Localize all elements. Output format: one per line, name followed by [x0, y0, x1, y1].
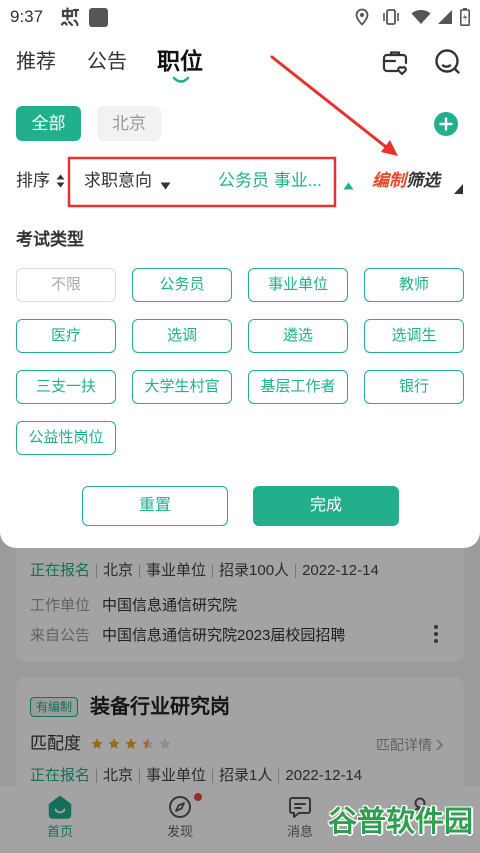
exam-option[interactable]: 大学生村官	[132, 370, 232, 404]
region-chip-beijing[interactable]: 北京	[97, 106, 161, 141]
exam-option[interactable]: 公益性岗位	[16, 421, 116, 455]
filter-sheet: 9:37 推荐 公告 职位 全部 北京 排序 求职意向 公务员 事业... 编制…	[0, 0, 480, 548]
app-screen: 正在报名 北京 事业单位 招录100人 2022-12-14 工作单位 中国信息…	[0, 0, 480, 853]
exam-option[interactable]: 事业单位	[248, 268, 348, 302]
briefcase-heart-icon[interactable]	[381, 48, 409, 76]
add-region-button[interactable]	[434, 112, 458, 136]
establishment-label: 编制	[372, 171, 406, 190]
exam-option[interactable]: 公务员	[132, 268, 232, 302]
exam-option[interactable]: 选调	[132, 319, 232, 353]
exam-option[interactable]: 不限	[16, 268, 116, 302]
done-button[interactable]: 完成	[253, 486, 399, 526]
wifi-icon	[411, 9, 431, 25]
sort-label[interactable]: 排序	[16, 170, 50, 192]
battery-icon	[460, 8, 470, 26]
exam-option[interactable]: 基层工作者	[248, 370, 348, 404]
exam-option[interactable]: 三支一扶	[16, 370, 116, 404]
corner-triangle-icon	[454, 181, 463, 194]
plus-circle-icon	[434, 112, 458, 136]
active-tab-indicator	[171, 72, 191, 83]
search-icon[interactable]	[434, 48, 462, 76]
tab-announcements[interactable]: 公告	[87, 48, 127, 76]
exam-option[interactable]: 银行	[364, 370, 464, 404]
tab-recommend[interactable]: 推荐	[16, 48, 56, 76]
exam-option[interactable]: 选调生	[364, 319, 464, 353]
status-time: 9:37	[10, 7, 44, 26]
caret-up-icon[interactable]	[343, 177, 354, 190]
exam-option[interactable]: 教师	[364, 268, 464, 302]
job-intent-value[interactable]: 公务员 事业...	[218, 170, 322, 192]
reset-button[interactable]: 重置	[82, 486, 228, 526]
exam-type-options: 不限 公务员 事业单位 教师 医疗 选调 遴选 选调生 三支一扶 大学生村官 基…	[16, 268, 464, 455]
filter-label: 筛选	[406, 171, 440, 190]
exam-type-title: 考试类型	[16, 230, 84, 249]
sort-arrows-icon[interactable]	[56, 174, 65, 188]
app-notification-icon	[60, 7, 80, 27]
exam-option[interactable]: 遴选	[248, 319, 348, 353]
exam-option[interactable]: 医疗	[16, 319, 116, 353]
vibrate-icon	[382, 8, 400, 26]
location-icon	[355, 8, 369, 26]
signal-icon	[437, 9, 453, 25]
region-chip-all[interactable]: 全部	[16, 106, 81, 141]
watermark: 谷普软件园	[328, 806, 474, 838]
establishment-filter-button[interactable]: 编制筛选	[372, 170, 440, 192]
job-intent-label[interactable]: 求职意向	[84, 170, 152, 192]
caret-down-icon[interactable]	[160, 177, 171, 190]
notification-square-icon	[89, 8, 108, 27]
